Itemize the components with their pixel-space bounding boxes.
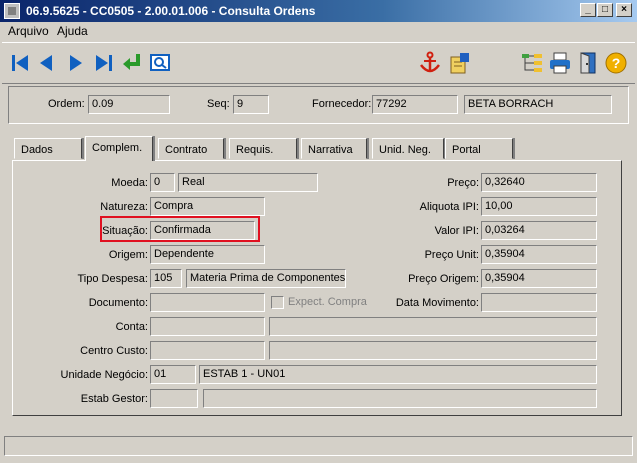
- maximize-button[interactable]: □: [597, 3, 613, 17]
- unidade-negocio-name-field[interactable]: ESTAB 1 - UN01: [199, 365, 597, 384]
- first-record-icon[interactable]: [8, 51, 32, 75]
- minimize-button[interactable]: _: [580, 3, 596, 17]
- title-bar: 06.9.5625 - CC0505 - 2.00.01.006 - Consu…: [0, 0, 637, 22]
- aliquota-ipi-field[interactable]: 10,00: [481, 197, 597, 216]
- estab-gestor-code-field[interactable]: [150, 389, 198, 408]
- menu-bar: Arquivo Ajuda: [0, 22, 637, 40]
- fornecedor-label: Fornecedor:: [312, 98, 372, 110]
- data-movimento-field[interactable]: [481, 293, 597, 312]
- preco-label: Preço:: [447, 177, 479, 189]
- anchor-icon[interactable]: [418, 51, 442, 75]
- tipo-despesa-name-field[interactable]: Materia Prima de Componentes: [186, 269, 346, 288]
- natureza-label: Natureza:: [100, 201, 148, 213]
- valor-ipi-label: Valor IPI:: [434, 225, 479, 237]
- close-button[interactable]: ×: [616, 3, 632, 17]
- valor-ipi-field[interactable]: 0,03264: [481, 221, 597, 240]
- documento-label: Documento:: [88, 297, 148, 309]
- preco-unit-label: Preço Unit:: [424, 249, 479, 261]
- last-record-icon[interactable]: [92, 51, 116, 75]
- estab-gestor-label: Estab Gestor:: [80, 393, 148, 405]
- toolbar: ?: [2, 42, 635, 84]
- preco-unit-field[interactable]: 0,35904: [481, 245, 597, 264]
- tipo-despesa-label: Tipo Despesa:: [77, 273, 148, 285]
- centro-custo-code-field[interactable]: [150, 341, 265, 360]
- tab-unid-neg[interactable]: Unid. Neg.: [372, 138, 444, 159]
- tab-strip: Dados Complem. Contrato Requis. Narrativ…: [12, 136, 622, 161]
- help-glyph: ?: [612, 55, 621, 71]
- moeda-label: Moeda:: [111, 177, 148, 189]
- tab-portal[interactable]: Portal: [445, 138, 513, 159]
- centro-custo-label: Centro Custo:: [80, 345, 148, 357]
- previous-record-icon[interactable]: [34, 51, 58, 75]
- seq-field[interactable]: 9: [233, 95, 269, 114]
- conta-label: Conta:: [115, 321, 148, 333]
- seq-label: Seq:: [207, 98, 230, 110]
- menu-arquivo[interactable]: Arquivo: [8, 24, 49, 38]
- estab-gestor-name-field[interactable]: [203, 389, 597, 408]
- expect-compra-checkbox[interactable]: [271, 296, 284, 309]
- tab-requis[interactable]: Requis.: [229, 138, 297, 159]
- preco-origem-label: Preço Origem:: [408, 273, 479, 285]
- moeda-code-field[interactable]: 0: [150, 173, 175, 192]
- tab-contrato[interactable]: Contrato: [158, 138, 224, 159]
- moeda-name-field[interactable]: Real: [178, 173, 318, 192]
- help-icon[interactable]: ?: [604, 51, 628, 75]
- unidade-negocio-code-field[interactable]: 01: [150, 365, 196, 384]
- origem-label: Origem:: [108, 249, 148, 261]
- fornecedor-code-field[interactable]: 77292: [372, 95, 458, 114]
- next-record-icon[interactable]: [64, 51, 88, 75]
- return-icon[interactable]: [120, 51, 144, 75]
- exit-icon[interactable]: [576, 51, 600, 75]
- print-icon[interactable]: [548, 51, 572, 75]
- conta-name-field[interactable]: [269, 317, 597, 336]
- tab-narrativa[interactable]: Narrativa: [301, 138, 367, 159]
- documento-field[interactable]: [150, 293, 265, 312]
- preco-field[interactable]: 0,32640: [481, 173, 597, 192]
- natureza-field[interactable]: Compra: [150, 197, 265, 216]
- tree-icon[interactable]: [520, 51, 544, 75]
- centro-custo-name-field[interactable]: [269, 341, 597, 360]
- app-icon[interactable]: [4, 3, 20, 19]
- unidade-negocio-label: Unidade Negócio:: [60, 369, 148, 381]
- ordem-label: Ordem:: [48, 98, 85, 110]
- expect-compra-label: Expect. Compra: [288, 296, 367, 308]
- report-icon[interactable]: [448, 51, 472, 75]
- menu-ajuda[interactable]: Ajuda: [57, 24, 88, 38]
- tipo-despesa-code-field[interactable]: 105: [150, 269, 182, 288]
- conta-code-field[interactable]: [150, 317, 265, 336]
- highlight-box: [100, 216, 260, 242]
- window-title: 06.9.5625 - CC0505 - 2.00.01.006 - Consu…: [26, 4, 316, 18]
- data-movimento-label: Data Movimento:: [395, 297, 479, 309]
- fornecedor-name-field[interactable]: BETA BORRACH: [464, 95, 612, 114]
- origem-field[interactable]: Dependente: [150, 245, 265, 264]
- tab-complem[interactable]: Complem.: [85, 136, 153, 161]
- search-icon[interactable]: [148, 51, 172, 75]
- ordem-field[interactable]: 0.09: [88, 95, 170, 114]
- tab-dados[interactable]: Dados: [14, 138, 82, 159]
- status-bar: [4, 436, 633, 456]
- preco-origem-field[interactable]: 0,35904: [481, 269, 597, 288]
- aliquota-ipi-label: Aliquota IPI:: [419, 201, 479, 213]
